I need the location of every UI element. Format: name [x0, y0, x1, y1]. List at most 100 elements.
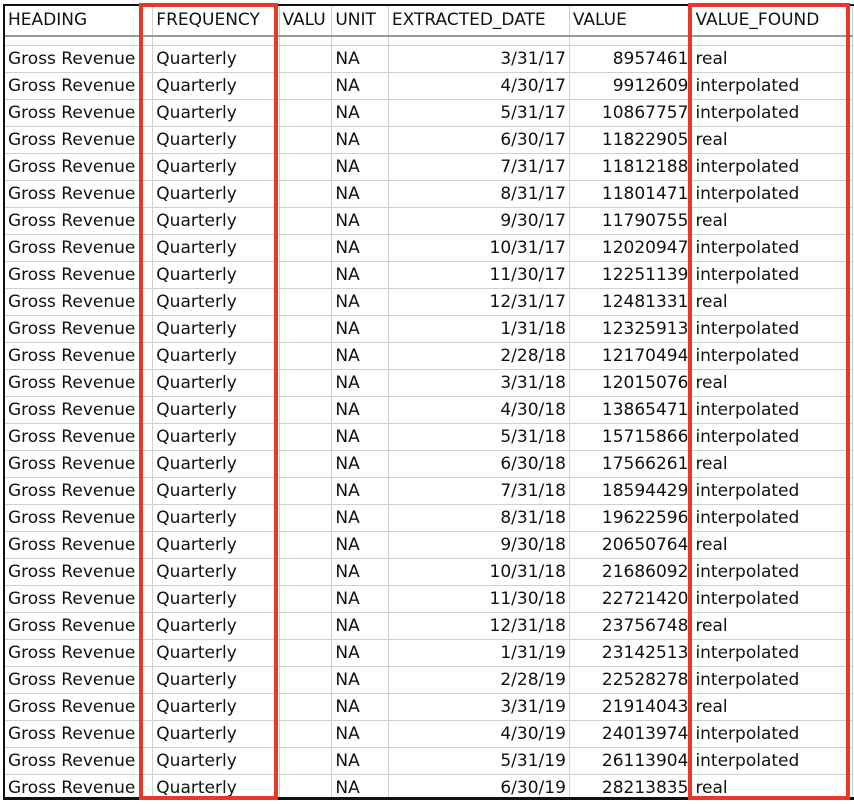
- cell-heading[interactable]: Gross Revenue: [5, 395, 154, 424]
- cell-value-found[interactable]: interpolated: [691, 746, 853, 775]
- cell-value-found[interactable]: real: [691, 449, 853, 478]
- cell-unit[interactable]: NA: [331, 152, 389, 181]
- cell-value[interactable]: 11822905: [568, 125, 693, 154]
- cell-frequency[interactable]: Quarterly: [152, 503, 280, 532]
- cell-unit[interactable]: NA: [331, 584, 389, 613]
- cell-valu[interactable]: [278, 179, 333, 208]
- cell-value-found[interactable]: real: [691, 611, 853, 640]
- cell-value-found[interactable]: real: [691, 206, 853, 235]
- cell-unit[interactable]: NA: [331, 611, 389, 640]
- cell-unit[interactable]: NA: [331, 422, 389, 451]
- cell-value-found[interactable]: real: [691, 44, 853, 73]
- cell-heading[interactable]: Gross Revenue: [5, 287, 154, 316]
- cell-frequency[interactable]: Quarterly: [152, 476, 280, 505]
- cell-heading[interactable]: Gross Revenue: [5, 206, 154, 235]
- cell-valu[interactable]: [278, 773, 333, 797]
- cell-value[interactable]: 22528278: [568, 665, 693, 694]
- cell-heading[interactable]: Gross Revenue: [5, 476, 154, 505]
- cell-frequency[interactable]: Quarterly: [152, 584, 280, 613]
- cell-valu[interactable]: [278, 314, 333, 343]
- cell-extracted-date[interactable]: 3/31/17: [387, 44, 570, 73]
- cell-heading[interactable]: Gross Revenue: [5, 44, 154, 73]
- cell-valu[interactable]: [278, 530, 333, 559]
- cell-value-found[interactable]: interpolated: [691, 341, 853, 370]
- cell-unit[interactable]: NA: [331, 746, 389, 775]
- cell-unit[interactable]: NA: [331, 35, 389, 46]
- cell-unit[interactable]: NA: [331, 476, 389, 505]
- cell-extracted-date[interactable]: 6/30/19: [387, 773, 570, 797]
- column-header-value[interactable]: VALUE: [568, 6, 693, 37]
- cell-heading[interactable]: Gross Revenue: [5, 611, 154, 640]
- cell-value[interactable]: 21686092: [568, 557, 693, 586]
- cell-heading[interactable]: Gross Revenue: [5, 98, 154, 127]
- cell-valu[interactable]: [278, 125, 333, 154]
- cell-extracted-date[interactable]: 4/30/19: [387, 719, 570, 748]
- cell-heading[interactable]: Gross Revenue: [5, 152, 154, 181]
- cell-valu[interactable]: [278, 35, 333, 46]
- cell-unit[interactable]: NA: [331, 692, 389, 721]
- cell-value[interactable]: 9912609: [568, 71, 693, 100]
- cell-unit[interactable]: NA: [331, 260, 389, 289]
- cell-valu[interactable]: [278, 422, 333, 451]
- cell-extracted-date[interactable]: 5/31/17: [387, 98, 570, 127]
- cell-valu[interactable]: [278, 584, 333, 613]
- cell-value-found[interactable]: real: [691, 35, 853, 46]
- cell-extracted-date[interactable]: 3/31/18: [387, 368, 570, 397]
- cell-extracted-date[interactable]: 12/31/18: [387, 611, 570, 640]
- cell-extracted-date[interactable]: 4/30/17: [387, 71, 570, 100]
- cell-frequency[interactable]: Quarterly: [152, 71, 280, 100]
- cell-unit[interactable]: NA: [331, 773, 389, 797]
- cell-value-found[interactable]: real: [691, 773, 853, 797]
- cell-heading[interactable]: Gross Revenue: [5, 314, 154, 343]
- cell-value[interactable]: 12325913: [568, 314, 693, 343]
- cell-frequency[interactable]: Quarterly: [152, 341, 280, 370]
- cell-heading[interactable]: Gross Revenue: [5, 341, 154, 370]
- cell-heading[interactable]: Gross Revenue: [5, 746, 154, 775]
- cell-frequency[interactable]: Quarterly: [152, 692, 280, 721]
- cell-value[interactable]: 24013974: [568, 719, 693, 748]
- cell-valu[interactable]: [278, 476, 333, 505]
- cell-frequency[interactable]: Quarterly: [152, 395, 280, 424]
- cell-unit[interactable]: NA: [331, 98, 389, 127]
- cell-value-found[interactable]: interpolated: [691, 314, 853, 343]
- cell-unit[interactable]: NA: [331, 557, 389, 586]
- cell-value-found[interactable]: interpolated: [691, 503, 853, 532]
- cell-value[interactable]: 12020947: [568, 233, 693, 262]
- cell-frequency[interactable]: Quarterly: [152, 746, 280, 775]
- cell-extracted-date[interactable]: 6/30/18: [387, 449, 570, 478]
- cell-unit[interactable]: NA: [331, 179, 389, 208]
- cell-unit[interactable]: NA: [331, 341, 389, 370]
- cell-frequency[interactable]: Quarterly: [152, 260, 280, 289]
- cell-frequency[interactable]: Quarterly: [152, 368, 280, 397]
- cell-frequency[interactable]: Quarterly: [152, 557, 280, 586]
- cell-extracted-date[interactable]: 5/31/19: [387, 746, 570, 775]
- cell-heading[interactable]: Gross Revenue: [5, 233, 154, 262]
- cell-heading[interactable]: Gross Revenue: [5, 719, 154, 748]
- cell-date[interactable]: 3/31/19: [387, 35, 570, 46]
- cell-unit[interactable]: NA: [331, 44, 389, 73]
- cell-value-found[interactable]: real: [691, 530, 853, 559]
- cell-valu[interactable]: [278, 152, 333, 181]
- cell-value[interactable]: 23756748: [568, 611, 693, 640]
- cell-valu[interactable]: [278, 611, 333, 640]
- cell-value-found[interactable]: interpolated: [691, 179, 853, 208]
- cell-frequency[interactable]: Quarterly: [152, 152, 280, 181]
- cell-value[interactable]: 19622596: [568, 503, 693, 532]
- cell-extracted-date[interactable]: 10/31/18: [387, 557, 570, 586]
- cell-extracted-date[interactable]: 9/30/17: [387, 206, 570, 235]
- cell-value-found[interactable]: interpolated: [691, 719, 853, 748]
- cell-heading[interactable]: Total Revenue: [5, 35, 154, 46]
- cell-value[interactable]: 12251139: [568, 260, 693, 289]
- cell-heading[interactable]: Gross Revenue: [5, 773, 154, 797]
- cell-unit[interactable]: NA: [331, 71, 389, 100]
- cell-extracted-date[interactable]: 2/28/18: [387, 341, 570, 370]
- cell-frequency[interactable]: Quarterly: [152, 44, 280, 73]
- cell-value[interactable]: 12015076: [568, 368, 693, 397]
- cell-value[interactable]: 10867757: [568, 98, 693, 127]
- cell-value-found[interactable]: interpolated: [691, 152, 853, 181]
- cell-valu[interactable]: [278, 557, 333, 586]
- cell-valu[interactable]: [278, 692, 333, 721]
- cell-valu[interactable]: [278, 368, 333, 397]
- cell-unit[interactable]: NA: [331, 368, 389, 397]
- column-header-extracted-date[interactable]: EXTRACTED_DATE: [387, 6, 570, 37]
